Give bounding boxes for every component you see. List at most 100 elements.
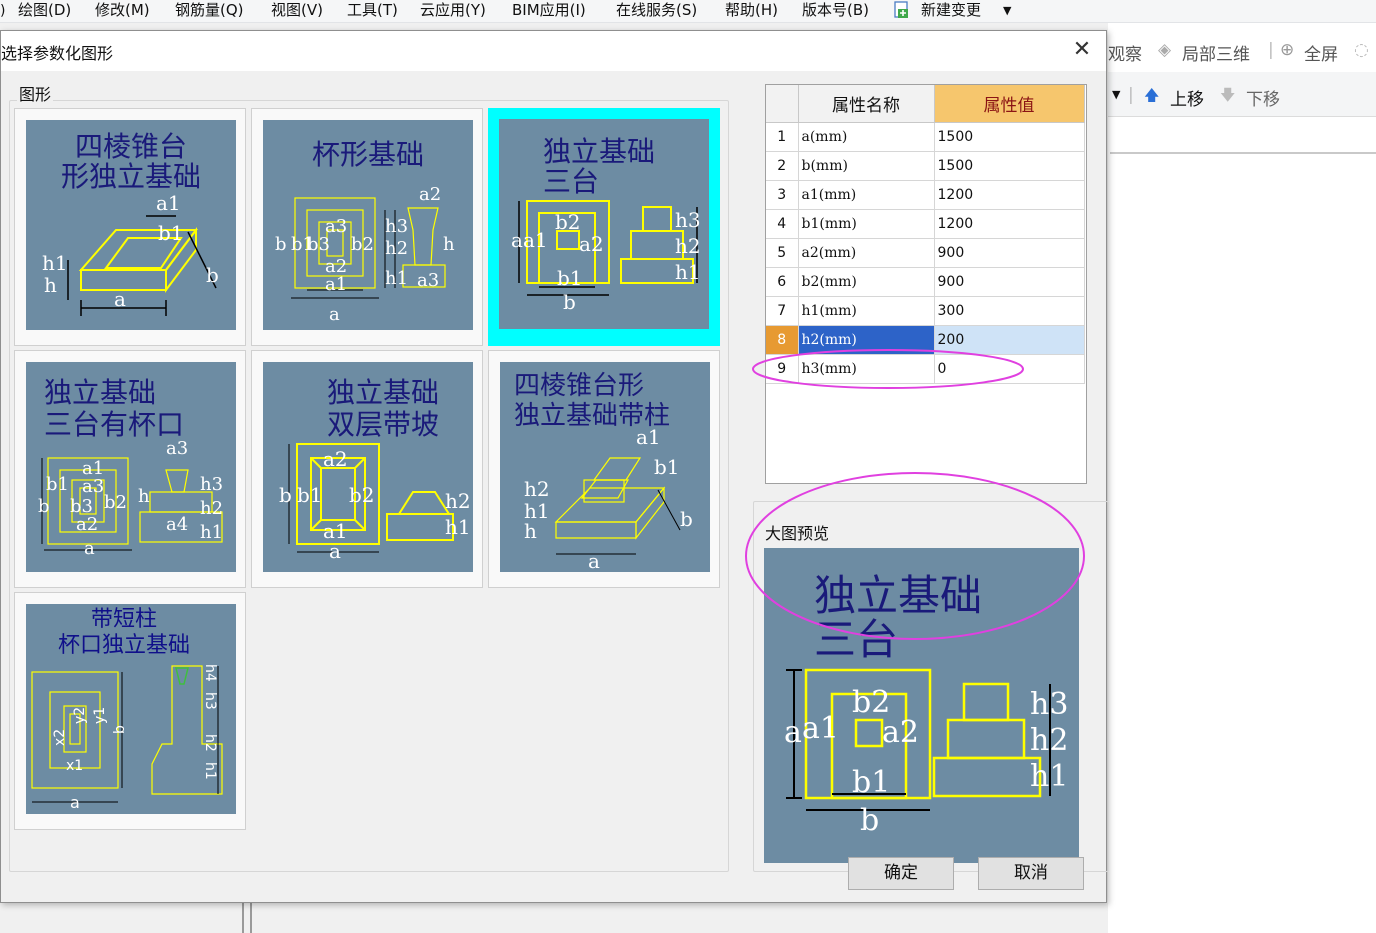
shape-label: h2	[200, 498, 223, 519]
shape-label: b	[206, 263, 219, 287]
menu-partial-left: )	[0, 3, 6, 19]
menu-help[interactable]: 帮助(H)	[725, 0, 778, 20]
table-header-row: 属性名称 属性值	[766, 85, 1085, 123]
table-row[interactable]: 3 a1(mm) 1200	[766, 180, 1085, 210]
chevron-down-icon[interactable]: ▼	[1003, 2, 1011, 20]
preview-label-text: b	[860, 803, 879, 838]
property-value[interactable]: 1200	[934, 180, 1085, 210]
shape-label: a	[511, 228, 523, 252]
shape-thumbnail: 独立基础 三台有杯口 a3 a1 b1 a3 b b3 b2 a2 a h a4…	[26, 362, 236, 572]
property-name[interactable]: h2(mm)	[798, 325, 935, 355]
shape-title-line: 杯形基础	[312, 138, 424, 171]
shape-title-line: 独立基础	[543, 135, 655, 168]
menu-modify[interactable]: 修改(M)	[95, 0, 150, 20]
table-row[interactable]: 2 b(mm) 1500	[766, 151, 1085, 181]
shape-label: a1	[325, 274, 347, 295]
shape-label: a2	[579, 232, 604, 256]
table-row[interactable]: 5 a2(mm) 900	[766, 238, 1085, 268]
move-up-button[interactable]: 上移	[1170, 85, 1204, 110]
menu-rebar-quantity[interactable]: 钢筋量(Q)	[175, 0, 244, 20]
shape-label: h2	[202, 734, 218, 752]
shape-title-line: 独立基础	[44, 376, 156, 409]
property-value[interactable]: 900	[934, 267, 1085, 297]
shape-label: h	[138, 486, 150, 507]
arrow-down-icon: 🡇	[1220, 86, 1236, 104]
property-name[interactable]: a1(mm)	[798, 180, 935, 210]
row-index: 3	[766, 180, 799, 210]
menu-tools[interactable]: 工具(T)	[347, 0, 398, 20]
property-value[interactable]: 0	[934, 354, 1085, 384]
close-icon[interactable]: ✕	[1067, 37, 1097, 65]
menu-bim[interactable]: BIM应用(I)	[512, 0, 586, 20]
property-value[interactable]: 1200	[934, 209, 1085, 239]
property-value[interactable]: 1500	[934, 122, 1085, 152]
property-value[interactable]: 300	[934, 296, 1085, 326]
shape-label: h1	[385, 268, 408, 289]
menu-bar: ) 绘图(D) 修改(M) 钢筋量(Q) 视图(V) 工具(T) 云应用(Y) …	[0, 0, 1376, 23]
property-name[interactable]: b2(mm)	[798, 267, 935, 297]
property-name[interactable]: h3(mm)	[798, 354, 935, 384]
shape-label: x1	[66, 758, 83, 774]
table-row[interactable]: 7 h1(mm) 300	[766, 296, 1085, 326]
preview-label-text: h3	[1030, 687, 1068, 722]
shape-label: b2	[104, 492, 127, 513]
table-row[interactable]: 9 h3(mm) 0	[766, 354, 1085, 384]
table-row-current[interactable]: 8 h2(mm) 200	[766, 325, 1085, 355]
divider-line	[1110, 152, 1376, 154]
shape-thumbnail: 独立基础 双层带坡 a2 b b1 b2 a1 a h2 h1	[263, 362, 473, 572]
cancel-button[interactable]: 取消	[978, 857, 1084, 890]
menu-version[interactable]: 版本号(B)	[802, 0, 869, 20]
shape-label: h3	[200, 474, 223, 495]
row-index: 6	[766, 267, 799, 297]
menu-online-service[interactable]: 在线服务(S)	[616, 0, 697, 20]
preview-label-text: h1	[1030, 759, 1068, 794]
table-row[interactable]: 1 a(mm) 1500	[766, 122, 1085, 152]
new-change-icon	[894, 1, 908, 18]
menu-view[interactable]: 视图(V)	[271, 0, 323, 20]
shape-label: b1	[46, 474, 69, 495]
shape-tile[interactable]: 带短柱 杯口独立基础 x2 y2 y1 b x1 a h4 h3 h2 h1	[14, 592, 246, 830]
shape-tile[interactable]: 杯形基础 a2 a3 b b1 b3 b2 h3 h2 h1 h a2 a1 a…	[251, 108, 483, 346]
property-value[interactable]: 200	[934, 325, 1085, 355]
shape-tile[interactable]: 独立基础 双层带坡 a2 b b1 b2 a1 a h2 h1	[251, 350, 483, 588]
property-name[interactable]: b(mm)	[798, 151, 935, 181]
shape-tile[interactable]: 四棱锥台形 独立基础带柱 a1 b1 h2 h1 h a b	[488, 350, 720, 588]
table-row[interactable]: 4 b1(mm) 1200	[766, 209, 1085, 239]
column-header-value[interactable]: 属性值	[934, 85, 1085, 123]
shape-label: a	[84, 538, 95, 559]
shape-label: a	[114, 287, 126, 311]
shape-label: b1	[654, 455, 680, 479]
row-index: 9	[766, 354, 799, 384]
observe-button[interactable]: 观察	[1108, 40, 1142, 65]
local3d-button[interactable]: 局部三维	[1182, 40, 1250, 65]
property-name[interactable]: a(mm)	[798, 122, 935, 152]
dropdown-arrow-icon[interactable]: ▼	[1112, 88, 1120, 101]
shape-label: h3	[675, 208, 701, 232]
move-down-button[interactable]: 下移	[1246, 85, 1280, 110]
table-row[interactable]: 6 b2(mm) 900	[766, 267, 1085, 297]
property-name[interactable]: b1(mm)	[798, 209, 935, 239]
preview-label-text: h2	[1030, 723, 1068, 758]
menu-cloud[interactable]: 云应用(Y)	[420, 0, 486, 20]
property-value[interactable]: 1500	[934, 151, 1085, 181]
shape-label: b2	[349, 483, 375, 507]
property-name[interactable]: h1(mm)	[798, 296, 935, 326]
column-header-name[interactable]: 属性名称	[798, 85, 935, 123]
preview-label-text: b1	[852, 765, 890, 800]
shape-thumbnail: 带短柱 杯口独立基础 x2 y2 y1 b x1 a h4 h3 h2 h1	[26, 604, 236, 814]
main-canvas	[1108, 23, 1376, 933]
property-value[interactable]: 900	[934, 238, 1085, 268]
shape-label: b1	[158, 221, 184, 245]
shape-label: h2	[445, 489, 471, 513]
shape-tile[interactable]: 独立基础 三台有杯口 a3 a1 b1 a3 b b3 b2 a2 a h a4…	[14, 350, 246, 588]
property-name[interactable]: a2(mm)	[798, 238, 935, 268]
fullscreen-button[interactable]: 全屏	[1304, 40, 1338, 65]
row-index: 7	[766, 296, 799, 326]
shape-tile-selected[interactable]: 独立基础 三台 b2 a a1 a2 b1 b h3 h2 h1	[488, 108, 720, 346]
ok-button[interactable]: 确定	[848, 857, 954, 890]
shape-thumbnail: 杯形基础 a2 a3 b b1 b3 b2 h3 h2 h1 h a2 a1 a…	[263, 120, 473, 330]
shape-tile[interactable]: 四棱锥台 形独立基础 a1 b1 h1 h a b	[14, 108, 246, 346]
menu-new-change[interactable]: 新建变更	[921, 0, 981, 20]
menu-draw[interactable]: 绘图(D)	[18, 0, 71, 20]
shape-label: h1	[42, 251, 68, 275]
